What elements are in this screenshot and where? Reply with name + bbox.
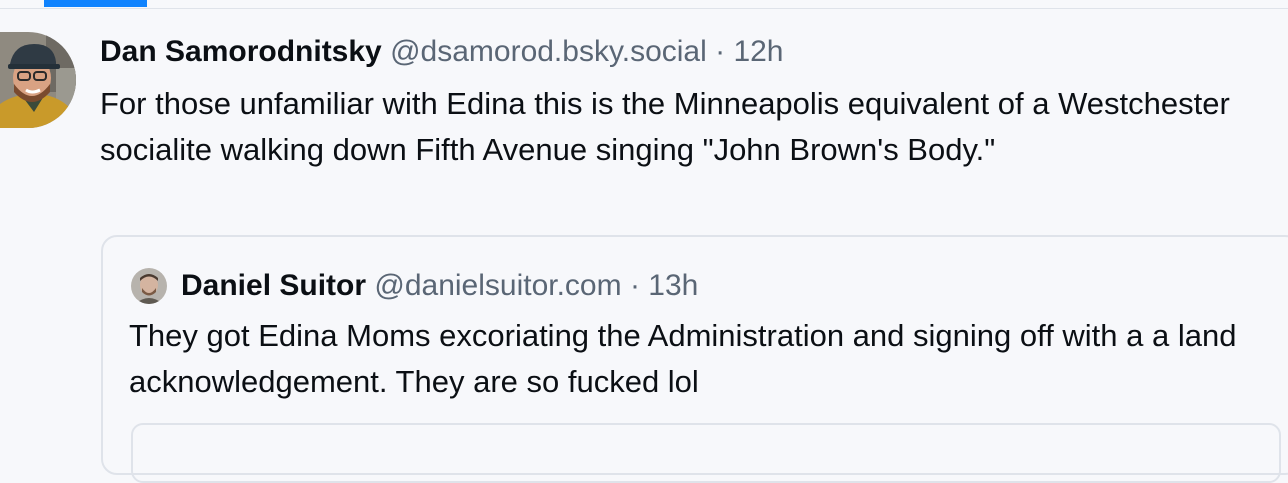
post-text: For those unfamiliar with Edina this is …: [100, 86, 1230, 167]
meta-separator: ·: [621, 269, 649, 302]
quoted-post-card[interactable]: Daniel Suitor @danielsuitor.com · 13h Th…: [101, 235, 1288, 483]
post-header: Dan Samorodnitsky @dsamorod.bsky.social …: [100, 31, 784, 73]
quoted-author-handle[interactable]: @danielsuitor.com: [374, 269, 621, 302]
active-tab-indicator: [44, 0, 147, 7]
author-display-name[interactable]: Dan Samorodnitsky: [100, 35, 382, 68]
user-avatar-photo-icon: [0, 32, 76, 128]
quoted-author-avatar: [131, 268, 167, 304]
post-timestamp[interactable]: 12h: [733, 35, 783, 68]
user-avatar-photo-icon: [131, 268, 167, 304]
quoted-author-display-name[interactable]: Daniel Suitor: [181, 269, 366, 302]
meta-separator: ·: [706, 35, 734, 68]
quoted-post-timestamp[interactable]: 13h: [648, 269, 698, 302]
nested-embed-card[interactable]: [131, 423, 1281, 483]
quoted-post-text: They got Edina Moms excoriating the Admi…: [129, 318, 1237, 399]
quoted-post-header: Daniel Suitor @danielsuitor.com · 13h: [181, 266, 698, 306]
author-avatar[interactable]: [0, 32, 76, 128]
feed-post[interactable]: Dan Samorodnitsky @dsamorod.bsky.social …: [0, 9, 1288, 483]
author-handle[interactable]: @dsamorod.bsky.social: [390, 35, 707, 68]
